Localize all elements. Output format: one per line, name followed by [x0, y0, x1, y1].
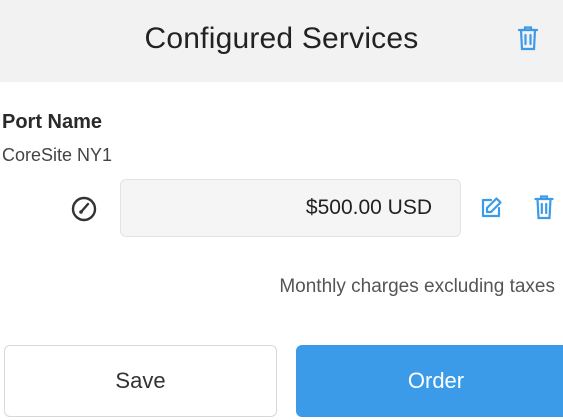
save-button[interactable]: Save	[4, 345, 277, 417]
remove-service-trash-icon[interactable]	[534, 194, 554, 220]
delete-all-trash-icon[interactable]	[517, 25, 539, 51]
edit-icon[interactable]	[479, 196, 503, 220]
panel-title: Configured Services	[144, 22, 419, 55]
monthly-price-field: $500.00 USD	[120, 179, 461, 237]
port-name-value: CoreSite NY1	[2, 145, 113, 165]
panel-header: Configured Services	[0, 0, 563, 82]
configured-services-panel: Configured Services Port Name CoreSite N…	[0, 0, 563, 420]
order-button[interactable]: Order	[296, 345, 563, 417]
gauge-icon	[71, 196, 97, 222]
charges-note: Monthly charges excluding taxes	[279, 276, 555, 297]
monthly-price-value: $500.00 USD	[305, 196, 432, 219]
port-name-label: Port Name	[2, 111, 103, 133]
